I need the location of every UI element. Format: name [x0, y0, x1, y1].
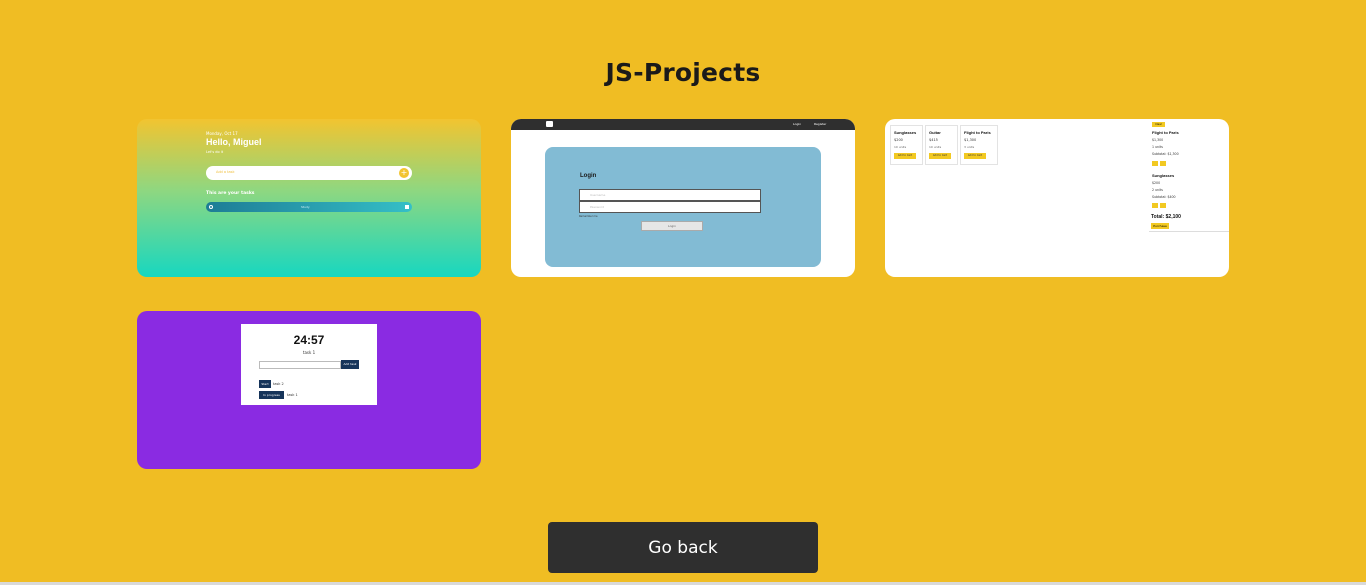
- preview-product-name: Guitar: [929, 130, 941, 135]
- preview-cart-item-qty: 1 units: [1152, 145, 1163, 149]
- preview-product-qty: 10 units: [929, 145, 942, 149]
- preview-task-row: Study: [206, 202, 412, 212]
- minus-icon: [1152, 161, 1158, 166]
- preview-pomodoro-box: 24:57 task 1 Add task Start task 2 In pr…: [241, 324, 377, 405]
- preview-start-button: Start: [259, 380, 271, 388]
- preview-subtitle: Let's do it: [206, 150, 224, 154]
- project-card-shop[interactable]: Sunglasses $200 10 units Add to Cart Gui…: [885, 119, 1229, 277]
- preview-password-placeholder: Password: [590, 205, 605, 209]
- preview-login-box: Login Username Password Remember me Logi…: [545, 147, 821, 267]
- plus-icon: [1160, 203, 1166, 208]
- preview-cart: Clear Flight to Paris $1,300 1 units Sub…: [1149, 119, 1229, 232]
- preview-product: Flight to Paris $1,300 3 units Add to Ca…: [960, 125, 998, 165]
- preview-task-text: task 1: [287, 393, 298, 397]
- preview-username-placeholder: Username: [590, 193, 606, 197]
- preview-product-price: $200: [894, 138, 903, 142]
- logo-icon: [546, 121, 553, 127]
- preview-cart-item-price: $200: [1152, 181, 1161, 185]
- preview-product: Guitar $415 10 units Add to Cart: [925, 125, 958, 165]
- project-card-pomodoro[interactable]: 24:57 task 1 Add task Start task 2 In pr…: [137, 311, 481, 469]
- preview-cart-total: Total: $2,100: [1151, 214, 1181, 220]
- project-card-todo[interactable]: Monday, Oct 17 Hello, Miguel Let's do it…: [137, 119, 481, 277]
- preview-nav-login: Login: [793, 122, 802, 126]
- preview-password-field: Password: [579, 201, 761, 213]
- page-title: JS-Projects: [605, 58, 761, 87]
- preview-cart-item-subtotal: Subtotal: $1,300: [1152, 152, 1179, 156]
- preview-product: Sunglasses $200 10 units Add to Cart: [890, 125, 923, 165]
- preview-login-button: Login: [641, 221, 703, 231]
- preview-product-qty: 10 units: [894, 145, 907, 149]
- plus-icon: [1160, 161, 1166, 166]
- preview-nav-register: Register: [814, 122, 827, 126]
- preview-purchase-button: Purchase: [1151, 223, 1169, 229]
- preview-task-text: task 2: [273, 382, 284, 386]
- preview-login-title: Login: [580, 173, 597, 179]
- preview-tasks-label: This are your tasks: [206, 191, 255, 196]
- preview-in-progress-button: In progress: [259, 391, 284, 399]
- preview-current-task: task 1: [302, 350, 316, 355]
- preview-cart-item-qty: 2 units: [1152, 188, 1163, 192]
- check-icon: [209, 205, 213, 209]
- preview-product-price: $415: [929, 138, 938, 142]
- preview-product-qty: 3 units: [964, 145, 975, 149]
- preview-cart-item-subtotal: Subtotal: $400: [1152, 195, 1176, 199]
- preview-add-button: Add to Cart: [894, 153, 916, 159]
- preview-task-input: [259, 361, 341, 369]
- preview-product-name: Flight to Paris: [964, 130, 991, 135]
- preview-cart-item-price: $1,300: [1152, 138, 1164, 142]
- preview-cart-item-name: Flight to Paris: [1152, 130, 1179, 135]
- project-card-login[interactable]: Login Register Login Username Password R…: [511, 119, 855, 277]
- trash-icon: [405, 205, 409, 209]
- plus-icon: +: [399, 168, 409, 178]
- preview-task-text: Study: [301, 205, 310, 209]
- preview-date: Monday, Oct 17: [206, 131, 238, 136]
- preview-greeting: Hello, Miguel: [206, 137, 262, 147]
- preview-remember: Remember me: [579, 215, 598, 218]
- preview-add-button: Add to Cart: [964, 153, 986, 159]
- preview-username-field: Username: [579, 189, 761, 201]
- preview-input-placeholder: Add a task: [216, 170, 235, 174]
- preview-product-name: Sunglasses: [894, 130, 917, 135]
- preview-add-button: Add to Cart: [929, 153, 951, 159]
- preview-clear-button: Clear: [1152, 122, 1165, 127]
- preview-timer: 24:57: [293, 333, 325, 347]
- preview-navbar: Login Register: [511, 119, 855, 130]
- preview-cart-item-name: Sunglasses: [1152, 173, 1175, 178]
- minus-icon: [1152, 203, 1158, 208]
- preview-add-task-button: Add task: [341, 360, 359, 369]
- preview-product-price: $1,300: [964, 138, 977, 142]
- go-back-button[interactable]: Go back: [548, 522, 818, 573]
- preview-task-input: Add a task +: [206, 166, 412, 180]
